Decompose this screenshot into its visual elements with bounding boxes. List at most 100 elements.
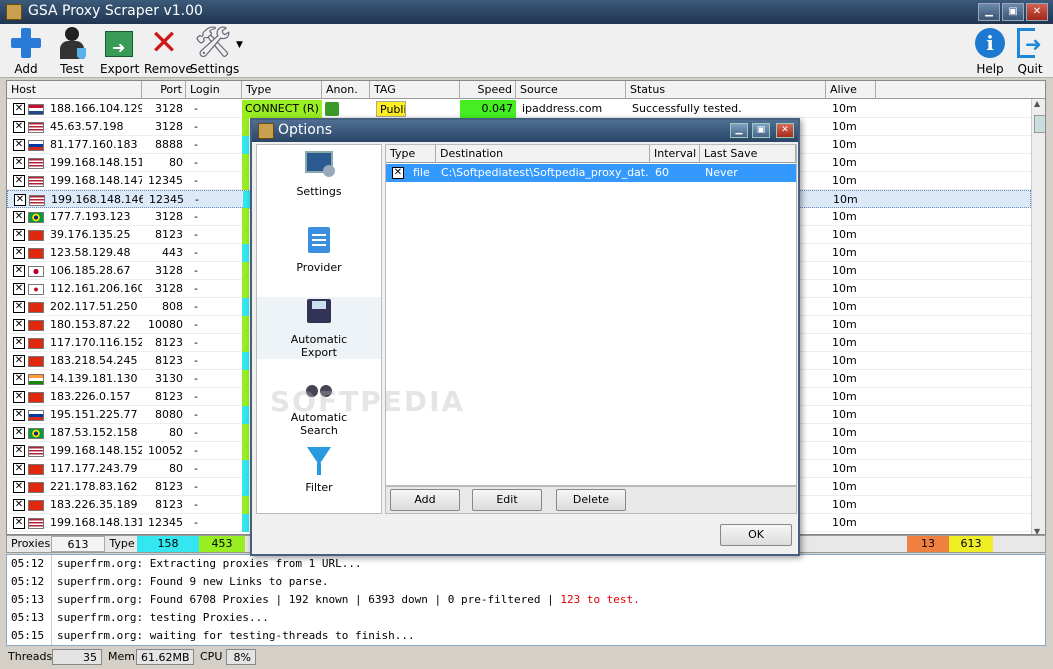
type-strip [242,352,249,370]
row-login: - [194,102,198,115]
row-checkbox[interactable]: ✕ [13,139,25,151]
sidebar-item-filter[interactable]: Filter [257,445,381,494]
row-checkbox[interactable]: ✕ [13,283,25,295]
sidebar-label-filter: Filter [305,481,333,494]
dcol-interval[interactable]: Interval [650,145,700,163]
row-checkbox[interactable]: ✕ [13,175,25,187]
row-host: 112.161.206.160 [50,282,142,295]
log-panel[interactable]: 05:12 superfrm.org: Extracting proxies fr… [6,554,1046,646]
row-checkbox[interactable]: ✕ [13,265,25,277]
add-button[interactable]: Add [8,26,44,76]
dialog-maximize-button[interactable]: ▣ [752,123,770,138]
row-host: 45.63.57.198 [50,120,124,133]
export-table[interactable]: Type Destination Interval Last Save ✕ fi… [385,144,797,486]
threads-value: 35 [52,649,102,665]
col-type[interactable]: Type [242,81,322,99]
row-host: 221.178.83.162 [50,480,138,493]
row-checkbox[interactable]: ✕ [13,211,25,223]
sidebar-label-automatic-export: Automatic Export [290,333,348,359]
col-anon[interactable]: Anon. [322,81,370,99]
maximize-button[interactable]: ▣ [1002,3,1024,21]
sidebar-item-settings[interactable]: Settings [257,149,381,198]
row-checkbox[interactable]: ✕ [13,463,25,475]
delete-export-button[interactable]: Delete [556,489,626,511]
type-strip [242,460,249,478]
row-port: 808 [162,300,183,313]
dcol-destination[interactable]: Destination [436,145,650,163]
row-checkbox[interactable]: ✕ [13,247,25,259]
settings-dropdown-icon[interactable]: ▼ [236,40,243,50]
row-checkbox[interactable]: ✕ [13,103,25,115]
row-alive: 10m [832,174,857,187]
proxies-label: Proxies [11,537,51,550]
export-button[interactable]: ➜ Export [100,26,139,76]
row-checkbox[interactable]: ✕ [13,229,25,241]
minimize-button[interactable]: ▁ [978,3,1000,21]
col-host[interactable]: Host [7,81,142,99]
scroll-thumb[interactable] [1034,115,1045,133]
row-checkbox[interactable]: ✕ [13,373,25,385]
dialog-title-bar: Options ▁ ▣ ✕ [252,120,798,142]
sidebar-item-automatic-export[interactable]: Automatic Export [257,297,381,359]
row-checkbox[interactable]: ✕ [13,517,25,529]
row-host: 14.139.181.130 [50,372,138,385]
quit-label: Quit [1017,62,1043,76]
dialog-minimize-button[interactable]: ▁ [730,123,748,138]
country-flag-icon [28,104,44,115]
dcol-type[interactable]: Type [386,145,436,163]
sidebar-item-provider[interactable]: Provider [257,225,381,274]
row-checkbox[interactable]: ✕ [13,499,25,511]
row-checkbox[interactable]: ✕ [13,445,25,457]
row-checkbox[interactable]: ✕ [13,121,25,133]
row-host: 199.168.148.146 [51,193,143,206]
row-host: 199.168.148.131 [50,516,142,529]
settings-button[interactable]: 🛠 Settings [190,26,239,77]
row-checkbox[interactable]: ✕ [13,409,25,421]
ok-button[interactable]: OK [720,524,792,546]
col-status[interactable]: Status [626,81,826,99]
col-speed[interactable]: Speed [460,81,516,99]
row-port: 10052 [148,444,183,457]
export-row-checkbox[interactable]: ✕ [392,167,404,179]
quit-button[interactable]: ➜ Quit [1012,26,1048,76]
dialog-close-button[interactable]: ✕ [776,123,794,138]
add-export-button[interactable]: Add [390,489,460,511]
type-strip [243,191,250,209]
row-login: - [194,264,198,277]
table-scrollbar[interactable]: ▲ ▼ [1031,99,1045,534]
row-checkbox[interactable]: ✕ [13,319,25,331]
table-row[interactable]: ✕ 188.166.104.129 3128- 10m CONNECT (R) Publi… [7,100,1031,118]
row-host: 180.153.87.22 [50,318,131,331]
col-source[interactable]: Source [516,81,626,99]
export-row-destination: C:\Softpediatest\Softpedia_proxy_dat... [441,166,648,179]
help-button[interactable]: i Help [972,26,1008,76]
export-row[interactable]: ✕ file C:\Softpediatest\Softpedia_proxy_… [386,164,796,182]
edit-export-button[interactable]: Edit [472,489,542,511]
row-checkbox[interactable]: ✕ [13,337,25,349]
row-alive: 10m [832,336,857,349]
row-checkbox[interactable]: ✕ [13,391,25,403]
row-port: 8888 [155,138,183,151]
alive-count-b: 613 [949,536,993,552]
col-alive[interactable]: Alive [826,81,876,99]
col-login[interactable]: Login [186,81,242,99]
row-checkbox[interactable]: ✕ [13,481,25,493]
row-checkbox[interactable]: ✕ [13,157,25,169]
remove-button[interactable]: ✕ Remove [144,26,193,76]
row-checkbox[interactable]: ✕ [13,355,25,367]
export-row-interval: 60 [655,166,669,179]
test-button[interactable]: Test [54,26,90,76]
col-tag[interactable]: TAG [370,81,460,99]
row-login: - [194,228,198,241]
row-checkbox[interactable]: ✕ [14,194,26,206]
row-checkbox[interactable]: ✕ [13,427,25,439]
dcol-last-save[interactable]: Last Save [700,145,796,163]
row-port: 3128 [155,102,183,115]
col-port[interactable]: Port [142,81,186,99]
log-line: 05:13 superfrm.org: Found 6708 Proxies | … [7,591,1027,609]
row-host: 183.226.0.157 [50,390,131,403]
close-button[interactable]: ✕ [1026,3,1048,21]
help-label: Help [976,62,1004,76]
log-time: 05:13 [11,593,45,606]
row-checkbox[interactable]: ✕ [13,301,25,313]
